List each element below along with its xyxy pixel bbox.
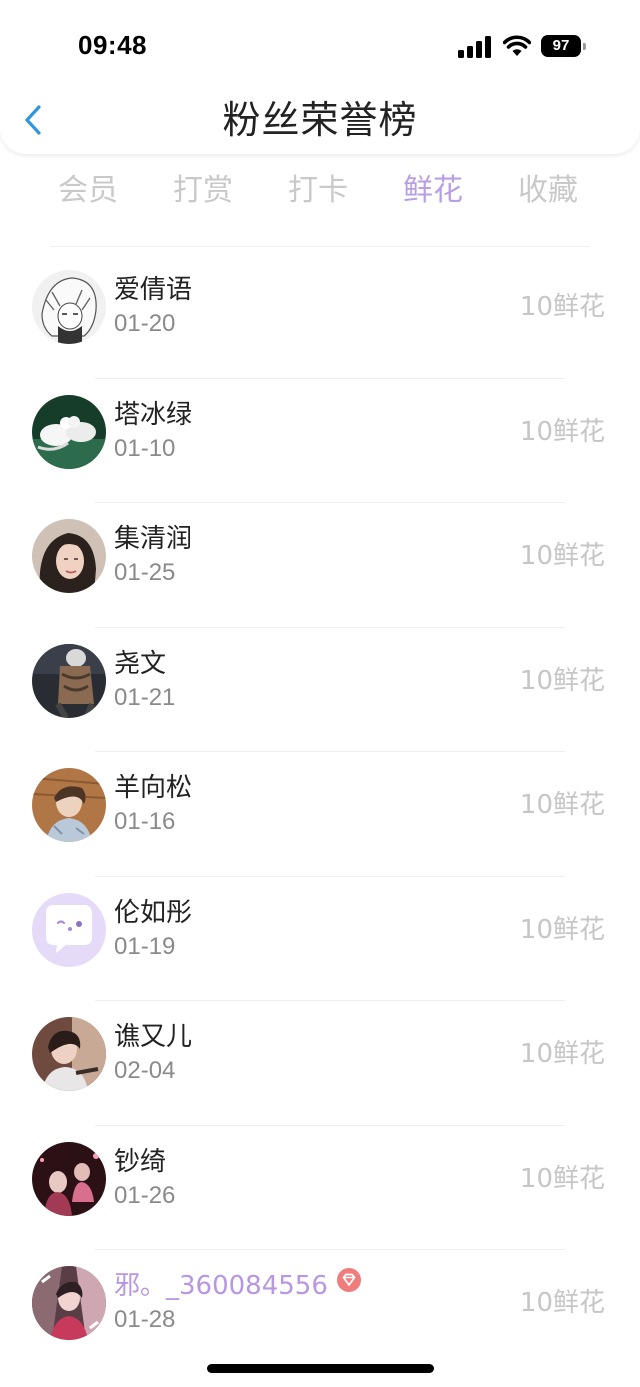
- list-item[interactable]: 钞绮 01-26 10鲜花: [0, 1124, 640, 1250]
- list-item[interactable]: 谯又儿 02-04 10鲜花: [0, 1000, 640, 1125]
- row-divider: [95, 875, 565, 877]
- fan-name: 谯又儿: [114, 1022, 193, 1052]
- avatar: [32, 519, 106, 593]
- flower-count: 10鲜花: [519, 292, 605, 322]
- flower-count: 10鲜花: [519, 665, 605, 696]
- list-item[interactable]: 邪。_360084556 01-28 10鲜花: [0, 1249, 640, 1374]
- wifi-icon: [502, 35, 532, 57]
- fan-name: 集清润: [114, 524, 193, 554]
- fan-date: 01-28: [114, 1306, 176, 1333]
- page-title: 粉丝荣誉榜: [222, 98, 418, 142]
- fan-name: 伦如彤: [114, 897, 193, 928]
- list-item[interactable]: 尧文 01-21 10鲜花: [0, 626, 640, 752]
- list-item[interactable]: 伦如彤 01-19 10鲜花: [0, 875, 640, 1001]
- tab-checkin[interactable]: 打卡: [263, 166, 373, 216]
- flower-count: 10鲜花: [519, 914, 605, 945]
- fan-name: 尧文: [114, 648, 167, 679]
- flower-count: 10鲜花: [519, 1163, 605, 1194]
- avatar: [32, 394, 106, 469]
- flower-count: 10鲜花: [519, 790, 605, 820]
- fan-name-text: 邪。_360084556: [114, 1271, 328, 1301]
- status-time: 09:48: [78, 30, 147, 60]
- tab-rewards[interactable]: 打赏: [148, 166, 258, 216]
- diamond-badge-icon: [336, 1267, 362, 1302]
- row-divider: [95, 377, 565, 379]
- fan-date: 01-16: [114, 808, 176, 835]
- row-divider: [95, 751, 565, 752]
- row-divider: [95, 626, 565, 628]
- tab-flowers[interactable]: 鲜花: [378, 166, 488, 216]
- flower-count: 10鲜花: [519, 1039, 605, 1069]
- list-item[interactable]: 羊向松 01-16 10鲜花: [0, 751, 640, 876]
- row-divider: [95, 1124, 565, 1126]
- avatar: [32, 643, 106, 718]
- avatar: [32, 892, 106, 967]
- fan-name: 钞绮: [114, 1146, 167, 1177]
- battery-icon: 97: [541, 35, 587, 59]
- fan-name: 羊向松: [114, 773, 193, 803]
- tab-favorites[interactable]: 收藏: [493, 166, 603, 216]
- signal-icon: [458, 36, 492, 58]
- list-item[interactable]: 塔冰绿 01-10 10鲜花: [0, 377, 640, 503]
- avatar: [32, 768, 106, 842]
- row-divider: [95, 502, 565, 503]
- fan-date: 01-26: [114, 1181, 176, 1209]
- tab-bar: 会员 打赏 打卡 鲜花 收藏: [0, 166, 640, 222]
- tab-members[interactable]: 会员: [33, 166, 143, 216]
- flower-count: 10鲜花: [519, 541, 605, 571]
- fan-date: 01-10: [114, 434, 176, 462]
- avatar: [32, 1141, 106, 1216]
- avatar: [32, 1266, 106, 1340]
- list-item[interactable]: 集清润 01-25 10鲜花: [0, 502, 640, 627]
- battery-level: 97: [552, 37, 570, 54]
- fan-name: 爱倩语: [114, 275, 193, 305]
- nav-bar: 粉丝荣誉榜: [0, 90, 640, 150]
- fan-date: 01-19: [114, 932, 176, 960]
- list-item[interactable]: 爱倩语 01-20 10鲜花: [0, 253, 640, 378]
- fan-name: 邪。_360084556: [114, 1267, 362, 1303]
- flower-count: 10鲜花: [519, 416, 605, 447]
- row-divider: [95, 1249, 565, 1250]
- status-bar: 09:48 97: [0, 0, 640, 96]
- fan-date: 01-25: [114, 559, 176, 586]
- flower-count: 10鲜花: [519, 1288, 605, 1318]
- fan-date: 01-20: [114, 310, 176, 337]
- tabs-divider: [50, 246, 590, 247]
- header: 09:48 97 粉丝荣誉榜: [0, 0, 640, 154]
- fan-name: 塔冰绿: [114, 399, 193, 430]
- avatar: [32, 270, 106, 344]
- fan-date: 02-04: [114, 1057, 176, 1084]
- avatar: [32, 1017, 106, 1091]
- fan-date: 01-21: [114, 683, 176, 711]
- row-divider: [95, 1000, 565, 1001]
- home-indicator: [207, 1364, 434, 1373]
